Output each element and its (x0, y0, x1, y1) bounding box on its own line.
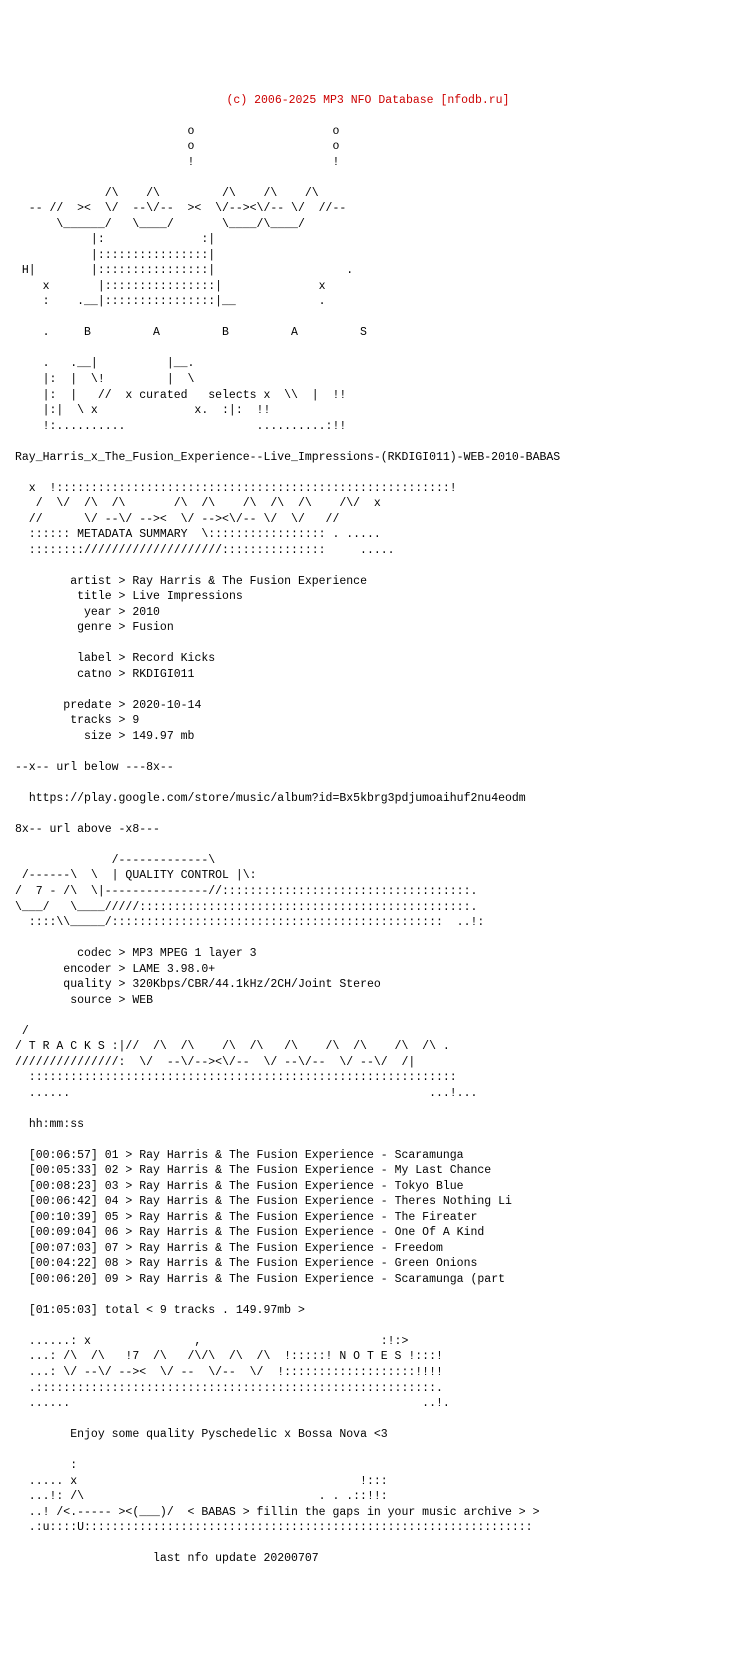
notes-text: Enjoy some quality Pyschedelic x Bossa N… (70, 1428, 387, 1441)
metadata-genre: genre > Fusion (15, 621, 174, 634)
metadata-artist: artist > Ray Harris & The Fusion Experie… (15, 575, 367, 588)
nfo-content: (c) 2006-2025 MP3 NFO Database [nfodb.ru… (15, 77, 721, 1567)
track-9: [00:06:20] 09 > Ray Harris & The Fusion … (15, 1273, 505, 1286)
footer-ascii: : ..... x !::: ...!: /\ . . .::!!: ..! /… (15, 1459, 540, 1534)
quality-codec: codec > MP3 MPEG 1 layer 3 (15, 947, 257, 960)
url-link[interactable]: https://play.google.com/store/music/albu… (29, 792, 526, 805)
metadata-year: year > 2010 (15, 606, 160, 619)
track-1: [00:06:57] 01 > Ray Harris & The Fusion … (15, 1149, 464, 1162)
quality-quality: quality > 320Kbps/CBR/44.1kHz/2CH/Joint … (15, 978, 381, 991)
last-update: last nfo update 20200707 (153, 1552, 319, 1565)
copyright-header: (c) 2006-2025 MP3 NFO Database [nfodb.ru… (15, 93, 721, 109)
metadata-predate: predate > 2020-10-14 (15, 699, 201, 712)
metadata-label: label > Record Kicks (15, 652, 215, 665)
track-5: [00:10:39] 05 > Ray Harris & The Fusion … (15, 1211, 477, 1224)
track-4: [00:06:42] 04 > Ray Harris & The Fusion … (15, 1195, 512, 1208)
quality-source: source > WEB (15, 994, 153, 1007)
quality-encoder: encoder > LAME 3.98.0+ (15, 963, 215, 976)
url-label-below: 8x-- url above -x8--- (15, 823, 160, 836)
metadata-tracks: tracks > 9 (15, 714, 139, 727)
track-8: [00:04:22] 08 > Ray Harris & The Fusion … (15, 1257, 477, 1270)
quality-box-top: /-------------\ /------\ \ | QUALITY CON… (15, 854, 484, 929)
track-7: [00:07:03] 07 > Ray Harris & The Fusion … (15, 1242, 443, 1255)
track-3: [00:08:23] 03 > Ray Harris & The Fusion … (15, 1180, 464, 1193)
tracks-total: [01:05:03] total < 9 tracks . 149.97mb > (29, 1304, 305, 1317)
track-6: [00:09:04] 06 > Ray Harris & The Fusion … (15, 1226, 484, 1239)
metadata-title: title > Live Impressions (15, 590, 243, 603)
tracks-box-top: / / T R A C K S :|// /\ /\ /\ /\ /\ /\ /… (15, 1025, 477, 1100)
release-name: Ray_Harris_x_The_Fusion_Experience--Live… (15, 451, 560, 464)
ascii-logo: o o o o ! ! /\ /\ /\ /\ /\ -- // >< \/ -… (15, 125, 367, 433)
track-2: [00:05:33] 02 > Ray Harris & The Fusion … (15, 1164, 491, 1177)
metadata-size: size > 149.97 mb (15, 730, 194, 743)
url-label-above: --x-- url below ---8x-- (15, 761, 174, 774)
metadata-box-top: x !:::::::::::::::::::::::::::::::::::::… (15, 482, 457, 557)
notes-box-top: ......: x , :!:> ...: /\ /\ !7 /\ /\/\ /… (15, 1335, 450, 1410)
metadata-catno: catno > RKDIGI011 (15, 668, 194, 681)
tracks-header: hh:mm:ss (29, 1118, 84, 1131)
